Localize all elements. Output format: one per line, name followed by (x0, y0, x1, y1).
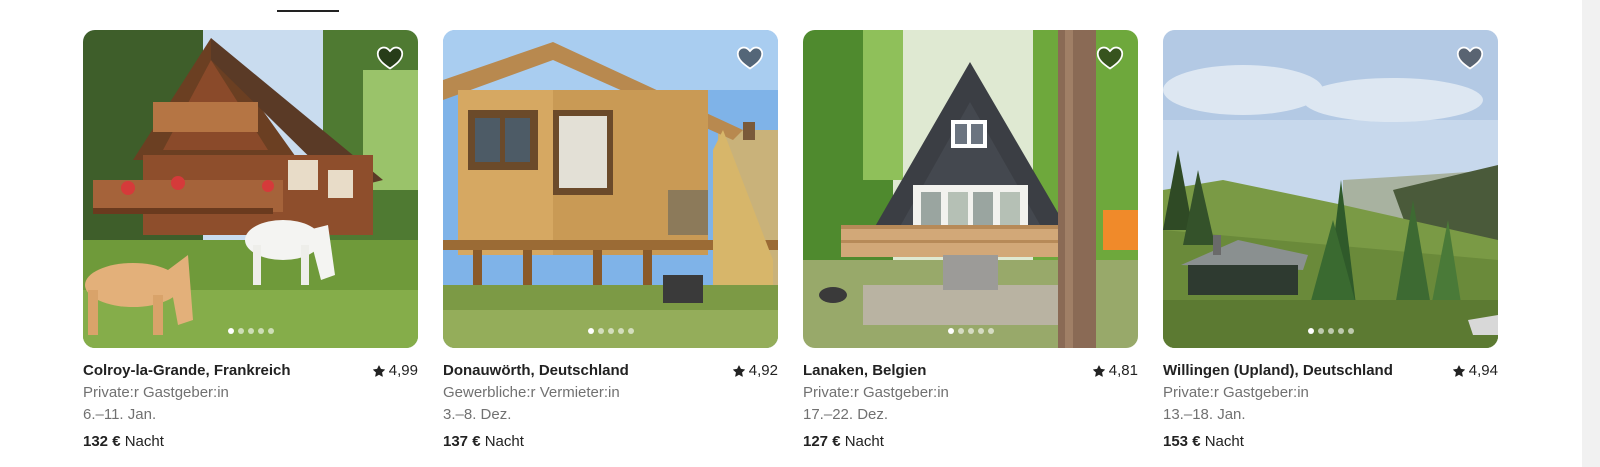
listing-card[interactable]: Donauwörth, Deutschland 4,92 Gewerbliche… (443, 30, 778, 452)
listing-location: Donauwörth, Deutschland (443, 362, 629, 379)
pagination-dot[interactable] (247, 328, 254, 334)
listing-card[interactable]: Colroy-la-Grande, Frankreich 4,99 Privat… (83, 30, 418, 452)
listing-photo[interactable] (803, 30, 1138, 348)
available-dates: 3.–8. Dez. (443, 406, 512, 423)
listing-photo[interactable] (83, 30, 418, 348)
pagination-dot[interactable] (1337, 328, 1344, 334)
listing-price: 127 € Nacht (803, 431, 1138, 452)
active-tab-indicator (277, 10, 339, 12)
listing-photo[interactable] (1163, 30, 1498, 348)
available-dates: 6.–11. Jan. (83, 406, 157, 423)
listing-price: 137 € Nacht (443, 431, 778, 452)
wishlist-heart-icon[interactable] (736, 44, 764, 72)
price-amount: 137 € (443, 433, 481, 450)
listing-price: 153 € Nacht (1163, 431, 1498, 452)
rating-value: 4,99 (388, 362, 418, 379)
pagination-dot[interactable] (1347, 328, 1354, 334)
pagination-dot[interactable] (957, 328, 964, 334)
price-amount: 153 € (1163, 433, 1201, 450)
price-unit: Nacht (124, 433, 164, 450)
available-dates: 17.–22. Dez. (803, 406, 889, 423)
star-icon (732, 364, 745, 377)
pagination-dot[interactable] (597, 328, 604, 334)
listing-info: Lanaken, Belgien 4,81 Private:r Gastgebe… (803, 360, 1138, 452)
listing-photo[interactable] (443, 30, 778, 348)
price-amount: 132 € (83, 433, 121, 450)
host-type: Private:r Gastgeber:in (803, 384, 949, 401)
price-unit: Nacht (844, 433, 884, 450)
wishlist-heart-icon[interactable] (376, 44, 404, 72)
pagination-dot[interactable] (267, 328, 274, 334)
listing-card[interactable]: Lanaken, Belgien 4,81 Private:r Gastgebe… (803, 30, 1138, 452)
listing-info: Colroy-la-Grande, Frankreich 4,99 Privat… (83, 360, 418, 452)
host-type: Private:r Gastgeber:in (1163, 384, 1309, 401)
listing-info: Willingen (Upland), Deutschland 4,94 Pri… (1163, 360, 1498, 452)
star-icon (372, 364, 385, 377)
pagination-dot[interactable] (947, 328, 954, 334)
photo-pagination-dots (803, 328, 1138, 334)
pagination-dot[interactable] (227, 328, 234, 334)
listing-rating: 4,81 (1092, 362, 1138, 379)
listing-rating: 4,99 (372, 362, 418, 379)
listing-location: Willingen (Upland), Deutschland (1163, 362, 1393, 379)
pagination-dot[interactable] (1327, 328, 1334, 334)
pagination-dot[interactable] (237, 328, 244, 334)
wishlist-heart-icon[interactable] (1456, 44, 1484, 72)
listing-grid: Colroy-la-Grande, Frankreich 4,99 Privat… (83, 30, 1500, 452)
rating-value: 4,94 (1468, 362, 1498, 379)
listing-price: 132 € Nacht (83, 431, 418, 452)
price-unit: Nacht (484, 433, 524, 450)
listing-location: Colroy-la-Grande, Frankreich (83, 362, 291, 379)
pagination-dot[interactable] (967, 328, 974, 334)
price-amount: 127 € (803, 433, 841, 450)
page-scrollbar[interactable] (1582, 0, 1600, 467)
rating-value: 4,92 (748, 362, 778, 379)
listing-rating: 4,94 (1452, 362, 1498, 379)
mountain-cabin-photo (1163, 30, 1498, 348)
photo-pagination-dots (443, 328, 778, 334)
listing-rating: 4,92 (732, 362, 778, 379)
star-icon (1452, 364, 1465, 377)
wooden-cabin-photo (443, 30, 778, 348)
photo-pagination-dots (83, 328, 418, 334)
pagination-dot[interactable] (627, 328, 634, 334)
pagination-dot[interactable] (617, 328, 624, 334)
pagination-dot[interactable] (977, 328, 984, 334)
price-unit: Nacht (1204, 433, 1244, 450)
pagination-dot[interactable] (1307, 328, 1314, 334)
listing-location: Lanaken, Belgien (803, 362, 927, 379)
host-type: Private:r Gastgeber:in (83, 384, 229, 401)
pagination-dot[interactable] (607, 328, 614, 334)
star-icon (1092, 364, 1105, 377)
host-type: Gewerbliche:r Vermieter:in (443, 384, 620, 401)
rating-value: 4,81 (1108, 362, 1138, 379)
pagination-dot[interactable] (257, 328, 264, 334)
photo-pagination-dots (1163, 328, 1498, 334)
listing-info: Donauwörth, Deutschland 4,92 Gewerbliche… (443, 360, 778, 452)
chalet-horses-photo (83, 30, 418, 348)
listing-card[interactable]: Willingen (Upland), Deutschland 4,94 Pri… (1163, 30, 1498, 452)
a-frame-house-photo (803, 30, 1138, 348)
wishlist-heart-icon[interactable] (1096, 44, 1124, 72)
pagination-dot[interactable] (987, 328, 994, 334)
available-dates: 13.–18. Jan. (1163, 406, 1246, 423)
pagination-dot[interactable] (587, 328, 594, 334)
pagination-dot[interactable] (1317, 328, 1324, 334)
